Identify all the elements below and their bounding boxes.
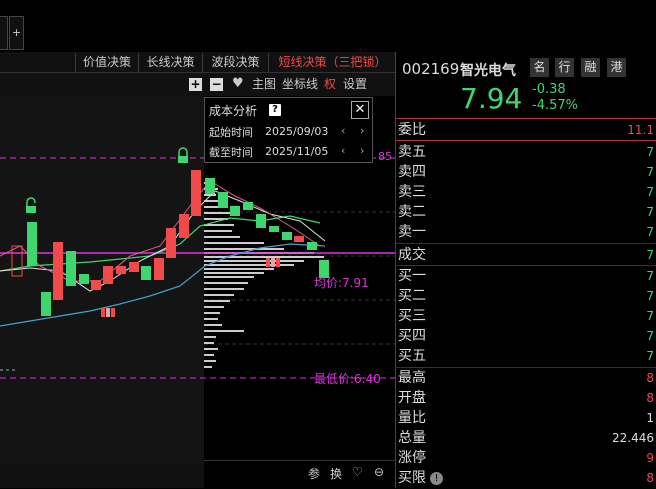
zoom-icon[interactable]: ⊖ — [374, 465, 384, 479]
start-prev-icon[interactable]: ‹ — [341, 124, 345, 137]
stat-high: 最高 8 — [398, 370, 654, 386]
decision-tab-bar: 价值决策 长线决策 波段决策 短线决策（三把锁） — [0, 53, 395, 73]
current-price: 7.94 — [460, 82, 523, 115]
end-prev-icon[interactable]: ‹ — [341, 144, 345, 157]
buy-row-1: 买一 7 — [398, 268, 654, 284]
help-icon[interactable]: ? — [269, 104, 281, 116]
popup-title: 成本分析 — [209, 104, 258, 118]
rights-button[interactable]: 权 — [324, 76, 336, 92]
end-next-icon[interactable]: › — [360, 144, 364, 157]
stat-total-volume: 总量 22.446 — [398, 430, 654, 446]
sell-row-5: 卖五 7 — [398, 144, 654, 160]
cost-analysis-popup: 成本分析 ? ✕ 起始时间 2025/09/03 ‹ › 截至时间 2025/1… — [204, 97, 373, 163]
high-price-partial-label: 85 — [378, 150, 392, 163]
buy-row-3: 买三 7 — [398, 308, 654, 324]
sell-row-4: 卖四 7 — [398, 164, 654, 180]
tab-swing-decision[interactable]: 波段决策 — [202, 53, 268, 72]
industry-button[interactable]: 行 — [555, 58, 574, 77]
coordinate-line-button[interactable]: 坐标线 — [282, 76, 318, 92]
stat-open: 开盘 8 — [398, 390, 654, 406]
stat-limit-up: 涨停 9 — [398, 450, 654, 466]
sell-row-2: 卖二 7 — [398, 204, 654, 220]
tab-long-decision[interactable]: 长线决策 — [138, 53, 202, 72]
price-change: -0.38 — [532, 82, 566, 97]
stock-name: 智光电气 — [460, 63, 516, 79]
end-time-label: 截至时间 — [209, 146, 253, 159]
params-button[interactable]: 参 — [308, 465, 320, 482]
low-price-label: 最低价:6.40 — [314, 372, 381, 386]
margin-button[interactable]: 融 — [581, 58, 600, 77]
avg-price-label: 均价:7.91 — [314, 276, 369, 290]
start-next-icon[interactable]: › — [360, 124, 364, 137]
zoom-out-button[interactable]: − — [210, 78, 223, 91]
favorite-icon[interactable]: ♡ — [352, 465, 363, 479]
name-button[interactable]: 名 — [530, 58, 549, 77]
tab-short-decision[interactable]: 短线决策（三把锁） — [268, 53, 396, 72]
top-strip — [0, 0, 656, 52]
deal-row: 成交 7 — [398, 247, 654, 263]
stock-code: 002169 — [402, 60, 460, 78]
start-time-label: 起始时间 — [209, 126, 253, 139]
weibi-row: 委比 11.1 — [398, 122, 654, 138]
info-icon[interactable]: ! — [430, 472, 443, 485]
stat-volume-ratio: 量比 1 — [398, 410, 654, 426]
signal-marker-icon — [101, 258, 280, 317]
collapse-tab[interactable] — [0, 16, 8, 50]
close-icon[interactable]: ✕ — [351, 101, 369, 119]
buy-row-2: 买二 7 — [398, 288, 654, 304]
zoom-in-button[interactable]: + — [189, 78, 202, 91]
chart-bottom-bar: 参 换 ♡ ⊖ — [204, 460, 395, 489]
sell-row-1: 卖一 7 — [398, 224, 654, 240]
buy-row-4: 买四 7 — [398, 328, 654, 344]
add-window-button[interactable]: + — [9, 16, 24, 50]
sell-row-3: 卖三 7 — [398, 184, 654, 200]
chart-toolbar: + − ♥ 主图 坐标线 权 设置 — [0, 74, 395, 96]
switch-button[interactable]: 换 — [330, 465, 342, 482]
settings-button[interactable]: 设置 — [343, 76, 367, 92]
end-date-value: 2025/11/05 — [265, 145, 329, 158]
tab-value-decision[interactable]: 价值决策 — [75, 53, 138, 72]
buy-row-5: 买五 7 — [398, 348, 654, 364]
candlesticks — [11, 170, 329, 316]
price-change-pct: -4.57% — [532, 98, 578, 113]
start-date-value: 2025/09/03 — [265, 125, 329, 138]
main-chart-button[interactable]: 主图 — [252, 76, 276, 92]
hk-button[interactable]: 港 — [607, 58, 626, 77]
favorite-heart-icon[interactable]: ♥ — [232, 76, 244, 92]
